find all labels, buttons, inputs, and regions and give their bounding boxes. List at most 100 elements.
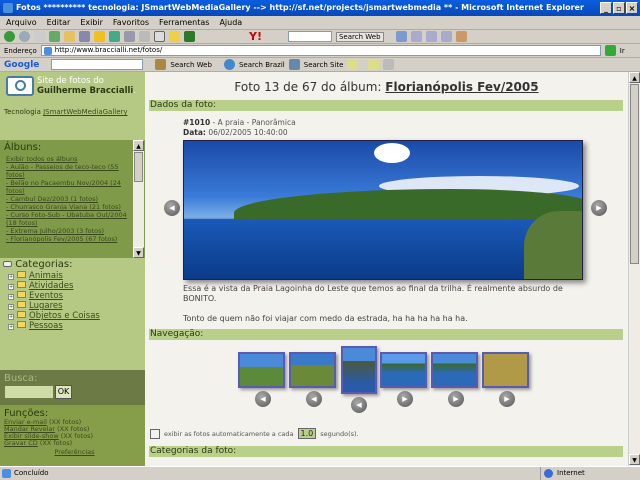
mail-icon[interactable] (124, 31, 135, 42)
expand-icon[interactable]: + (8, 324, 14, 330)
all-albums-link[interactable]: Exibir todos os álbuns (6, 155, 131, 163)
google-search-input[interactable] (51, 59, 144, 70)
section-navigation: Navegação: (149, 329, 623, 340)
autoplay-interval-input[interactable]: 1.0 (297, 428, 317, 439)
history-icon[interactable] (109, 31, 120, 42)
maximize-button[interactable]: ▫ (613, 2, 625, 14)
burn-cd-link[interactable]: Gravar CD (4, 439, 38, 447)
google-logo[interactable]: Google (4, 60, 39, 70)
search-ok-button[interactable]: OK (55, 385, 72, 399)
yahoo-search-input[interactable] (287, 31, 332, 42)
news-icon[interactable] (368, 59, 380, 70)
scroll-down-arrow[interactable]: ▼ (629, 454, 640, 465)
scroll-thumb[interactable] (134, 152, 143, 182)
back-icon[interactable] (4, 31, 15, 42)
address-input[interactable]: http://www.braccialli.net/fotos/ (40, 45, 601, 56)
menu-exibir[interactable]: Exibir (80, 18, 103, 27)
functions-title: Funções: (4, 408, 49, 419)
thumbnail-prev-button[interactable]: ◀ (255, 391, 271, 407)
album-link[interactable]: - Florianópolis Fev/2005 (67 fotos) (6, 235, 131, 243)
thumbnail-next-button[interactable]: ▶ (448, 391, 464, 407)
album-link[interactable]: - Belão no Pacaembu Nov/2004 (24 fotos) (6, 179, 131, 195)
home-icon[interactable] (64, 31, 75, 42)
tech-link[interactable]: JSmartWebMediaGallery (43, 108, 127, 116)
notes-icon[interactable] (169, 31, 180, 42)
word-icon[interactable] (154, 31, 165, 42)
expand-icon[interactable]: + (8, 314, 14, 320)
expand-icon[interactable]: + (8, 304, 14, 310)
go-button[interactable]: Ir (620, 47, 625, 55)
thumbnail[interactable] (380, 352, 427, 388)
expand-icon[interactable]: + (8, 284, 14, 290)
main-photo[interactable] (183, 140, 583, 280)
scroll-thumb[interactable] (630, 84, 639, 264)
thumbnail-current[interactable] (341, 346, 377, 394)
menu-ajuda[interactable]: Ajuda (219, 18, 242, 27)
previous-photo-button[interactable]: ◀ (164, 200, 180, 216)
search-icon[interactable] (79, 31, 90, 42)
forward-icon[interactable] (19, 31, 30, 42)
refresh-icon[interactable] (49, 31, 60, 42)
thumbnail-prev-button[interactable]: ◀ (306, 391, 322, 407)
pagerank-icon[interactable] (347, 59, 359, 70)
highlight-icon[interactable] (383, 59, 395, 70)
album-link[interactable]: - Aulão - Passeios de teco-teco (55 foto… (6, 163, 131, 179)
page-scrollbar[interactable]: ▲ ▼ (628, 72, 640, 466)
category-item[interactable]: + Animais (8, 271, 145, 281)
toolbar-icon[interactable] (410, 31, 422, 42)
folder-icon (17, 311, 26, 318)
zone-text: Internet (557, 469, 585, 477)
print-icon[interactable] (139, 31, 150, 42)
google-search-web-button[interactable]: Search Web (170, 61, 212, 69)
google-search-site-button[interactable]: Search Site (304, 61, 344, 69)
yahoo-search-web-button[interactable]: Search Web (335, 31, 384, 42)
scroll-up-arrow[interactable]: ▲ (133, 140, 144, 151)
category-item[interactable]: + Eventos (8, 291, 145, 301)
google-search-brazil-button[interactable]: Search Brazil (239, 61, 285, 69)
thumbnail-next-button[interactable]: ▶ (499, 391, 515, 407)
expand-icon[interactable]: + (8, 274, 14, 280)
menu-arquivo[interactable]: Arquivo (6, 18, 37, 27)
stop-icon[interactable] (34, 31, 45, 42)
minimize-button[interactable]: _ (600, 2, 612, 14)
thumbnail[interactable] (238, 352, 285, 388)
favorites-icon[interactable] (94, 31, 105, 42)
menu-ferramentas[interactable]: Ferramentas (159, 18, 209, 27)
menu-editar[interactable]: Editar (47, 18, 71, 27)
thumbnail[interactable] (482, 352, 529, 388)
thumbnail[interactable] (289, 352, 336, 388)
menu-favoritos[interactable]: Favoritos (113, 18, 149, 27)
category-item[interactable]: + Pessoas (8, 321, 145, 331)
photo-cloud (374, 143, 410, 163)
toolbar-icon[interactable] (425, 31, 437, 42)
category-item[interactable]: + Atividades (8, 281, 145, 291)
category-item[interactable]: + Lugares (8, 301, 145, 311)
page-heading: Foto 13 de 67 do álbum: Florianópolis Fe… (234, 80, 539, 94)
scroll-down-arrow[interactable]: ▼ (133, 247, 144, 258)
albums-scrollbar[interactable]: ▲ ▼ (133, 140, 144, 258)
album-link[interactable]: Florianópolis Fev/2005 (385, 80, 538, 94)
album-link[interactable]: - Curso Foto-Sub - Ubatuba Out/2004 (18 … (6, 211, 131, 227)
autoplay-checkbox[interactable] (150, 428, 160, 439)
go-icon[interactable] (604, 45, 616, 56)
album-link[interactable]: - Extrema Julho/2003 (3 fotos) (6, 227, 131, 235)
search-input[interactable] (5, 386, 53, 398)
thumbnail-prev-button[interactable]: ◀ (351, 397, 367, 413)
title-bar: Fotos ********** tecnologia: JSmartWebMe… (0, 0, 640, 16)
thumbnail[interactable] (431, 352, 478, 388)
preferences-link[interactable]: Preferências (54, 448, 94, 456)
album-link[interactable]: - Churrasco Granja Viana (21 fotos) (6, 203, 131, 211)
scroll-up-arrow[interactable]: ▲ (629, 72, 640, 83)
category-item[interactable]: + Objetos e Coisas (8, 311, 145, 321)
thumbnail-next-button[interactable]: ▶ (397, 391, 413, 407)
album-link[interactable]: - Cambuí Dez/2003 (1 fotos) (6, 195, 131, 203)
site-header: Site de fotos do Guilherme Braccialli. Te… (0, 72, 145, 140)
next-photo-button[interactable]: ▶ (591, 200, 607, 216)
expand-icon[interactable]: + (8, 294, 14, 300)
yahoo-icon[interactable]: Y! (249, 30, 262, 43)
messenger-icon[interactable] (184, 31, 195, 42)
toolbar-icon[interactable] (455, 31, 467, 42)
toolbar-icon[interactable] (440, 31, 452, 42)
close-button[interactable]: × (626, 2, 638, 14)
toolbar-icon[interactable] (395, 31, 407, 42)
